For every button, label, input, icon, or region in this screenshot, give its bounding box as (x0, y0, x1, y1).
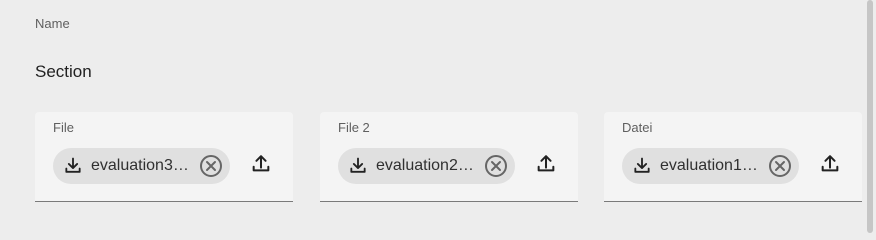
file-field-label: File 2 (338, 120, 370, 135)
upload-icon (250, 153, 272, 180)
upload-button[interactable] (532, 152, 560, 180)
vertical-scrollbar[interactable] (867, 0, 873, 233)
file-field-1: File evaluation3.pdf (35, 112, 293, 202)
file-field-3: Datei evaluation1.pdf (604, 112, 862, 202)
file-field-2: File 2 evaluation2.pdf (320, 112, 578, 202)
file-chip[interactable]: evaluation2.pdf (338, 148, 515, 184)
file-chip[interactable]: evaluation3.pdf (53, 148, 230, 184)
file-field-label: File (53, 120, 74, 135)
download-icon[interactable] (631, 155, 653, 177)
file-name: evaluation2.pdf (376, 157, 477, 174)
remove-file-icon[interactable] (198, 153, 224, 179)
remove-file-icon[interactable] (767, 153, 793, 179)
download-icon[interactable] (62, 155, 84, 177)
upload-button[interactable] (816, 152, 844, 180)
file-name: evaluation3.pdf (91, 157, 192, 174)
download-icon[interactable] (347, 155, 369, 177)
name-label: Name (35, 16, 70, 31)
upload-button[interactable] (247, 152, 275, 180)
remove-file-icon[interactable] (483, 153, 509, 179)
page: Name Section File evaluation3.pdf File 2… (0, 0, 876, 233)
file-chip[interactable]: evaluation1.pdf (622, 148, 799, 184)
upload-icon (819, 153, 841, 180)
section-title: Section (35, 62, 92, 81)
file-name: evaluation1.pdf (660, 157, 761, 174)
file-field-label: Datei (622, 120, 653, 135)
upload-icon (535, 153, 557, 180)
